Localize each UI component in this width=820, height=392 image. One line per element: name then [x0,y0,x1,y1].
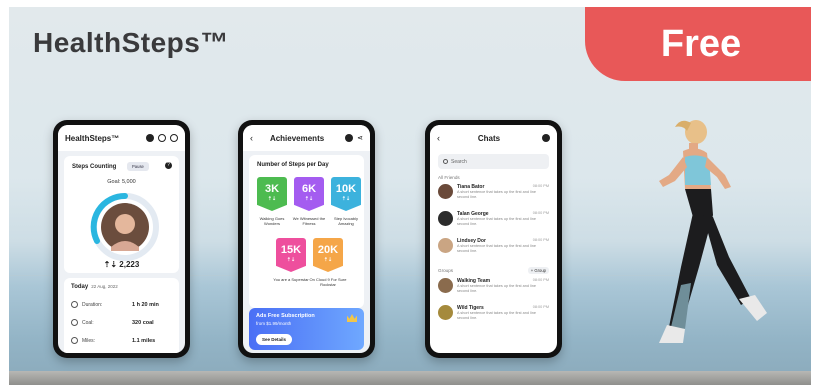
app-header: HealthSteps™ [58,125,185,151]
info-icon[interactable]: ? [165,162,172,169]
achievements-header: ‹ Achievements ⋖ [243,125,370,151]
chat-item[interactable]: Talan George 08:00 PM A short sentence tha… [438,211,549,234]
avatar [438,278,453,293]
chat-item[interactable]: Lindsey Dor 08:00 PM A short sentence that… [438,238,549,261]
today-label: Today [71,284,89,290]
subscription-card: Ads Free Subscription from $1.99/month S… [249,308,364,350]
avatar [438,238,453,253]
badge-caption: Step Ivocably Amazing [333,216,358,226]
badge-15k[interactable]: 15K ⇡⇣ [276,238,306,272]
stat-label: Coal: [82,319,94,326]
avatar [438,211,453,226]
stat-value: 1.1 miles [132,337,156,344]
promo-price: from $1.99/month [256,321,292,326]
group-item[interactable]: Walking Team 08:00 PM A short sentence tha… [438,278,549,301]
free-badge: Free [585,7,811,81]
badge-caption: On Cloud 9 For Sure Rockstar [309,277,347,287]
group-item[interactable]: Wild Tigers 08:00 PM A short sentence that… [438,305,549,328]
avatar [438,184,453,199]
pause-button[interactable]: Pause [127,162,149,171]
avatar [438,305,453,320]
clock-icon [71,301,78,308]
stat-row: Duration: 1 h 20 min [71,301,172,308]
flame-icon [71,319,78,326]
today-card: Today 22 Aug, 2022 Duration: 1 h 20 min Co… [64,278,179,353]
friends-section-label: All Friends [438,175,460,180]
steps-title: Steps Counting [72,164,117,170]
badge-3k[interactable]: 3K ⇡⇣ [257,177,287,211]
today-heading: Today 22 Aug, 2022 [71,284,172,290]
help-icon[interactable] [146,134,154,142]
badge-caption: You are a Superstar [273,277,309,282]
badge-10k[interactable]: 10K ⇡⇣ [331,177,361,211]
steps-card: Steps Counting Pause ? Goal: 5,000 ⇡⇣ 2,… [64,156,179,273]
add-group-button[interactable]: + Group [527,267,549,274]
badges-card: Number of Steps per Day 3K ⇡⇣ Walking Goe… [249,155,364,308]
promo-banner: HealthSteps™ Free HealthSteps™ Steps Cou… [9,7,811,385]
chats-screen: ‹ Chats Search All Friends Tiana Bator 08… [430,125,557,353]
share-icon[interactable]: ⋖ [357,134,363,142]
see-details-button[interactable]: See Details [256,334,293,345]
gear-icon[interactable] [170,134,178,142]
dashboard-screen: HealthSteps™ Steps Counting Pause ? Goal… [58,125,185,353]
route-icon [71,337,78,344]
chats-header: ‹ Chats [430,125,557,151]
achievements-screen: ‹ Achievements ⋖ Number of Steps per Day… [243,125,370,353]
search-icon [443,159,448,164]
search-input[interactable]: Search [438,154,549,169]
goal-label: Goal: 5,000 [107,179,136,185]
phone-chats: ‹ Chats Search All Friends Tiana Bator 08… [425,120,562,358]
chat-icon[interactable] [158,134,166,142]
phone-dashboard: HealthSteps™ Steps Counting Pause ? Goal… [53,120,190,358]
app-title: HealthSteps™ [65,133,120,143]
promo-title: Ads Free Subscription [256,313,315,319]
groups-section-label: Groups + Group [438,267,549,274]
stat-label: Miles: [82,337,96,344]
help-icon[interactable] [345,134,354,142]
help-icon[interactable] [542,134,550,142]
ground-strip [9,371,811,385]
stat-row: Coal: 320 coal [71,319,172,326]
today-date: 22 Aug, 2022 [91,284,118,289]
progress-ring [90,192,159,261]
stat-label: Duration: [82,301,103,308]
section-title: Number of Steps per Day [257,162,329,168]
runner-illustration [659,120,767,343]
brand-title: HealthSteps™ [33,27,229,58]
chat-item[interactable]: Tiana Bator 08:00 PM A short sentence that… [438,184,549,207]
badge-6k[interactable]: 6K ⇡⇣ [294,177,324,211]
stat-value: 1 h 20 min [132,301,159,308]
stat-row: Miles: 1.1 miles [71,337,172,344]
badge-caption: We Witnessed the Fitness [292,216,326,226]
phone-achievements: ‹ Achievements ⋖ Number of Steps per Day… [238,120,375,358]
badge-20k[interactable]: 20K ⇡⇣ [313,238,343,272]
stat-value: 320 coal [132,319,154,326]
steps-count: ⇡⇣ 2,223 [103,260,140,269]
badge-caption: Walking Goes Wonders [259,216,285,226]
chats-title: Chats [477,133,501,143]
achievements-title: Achievements [269,133,325,143]
